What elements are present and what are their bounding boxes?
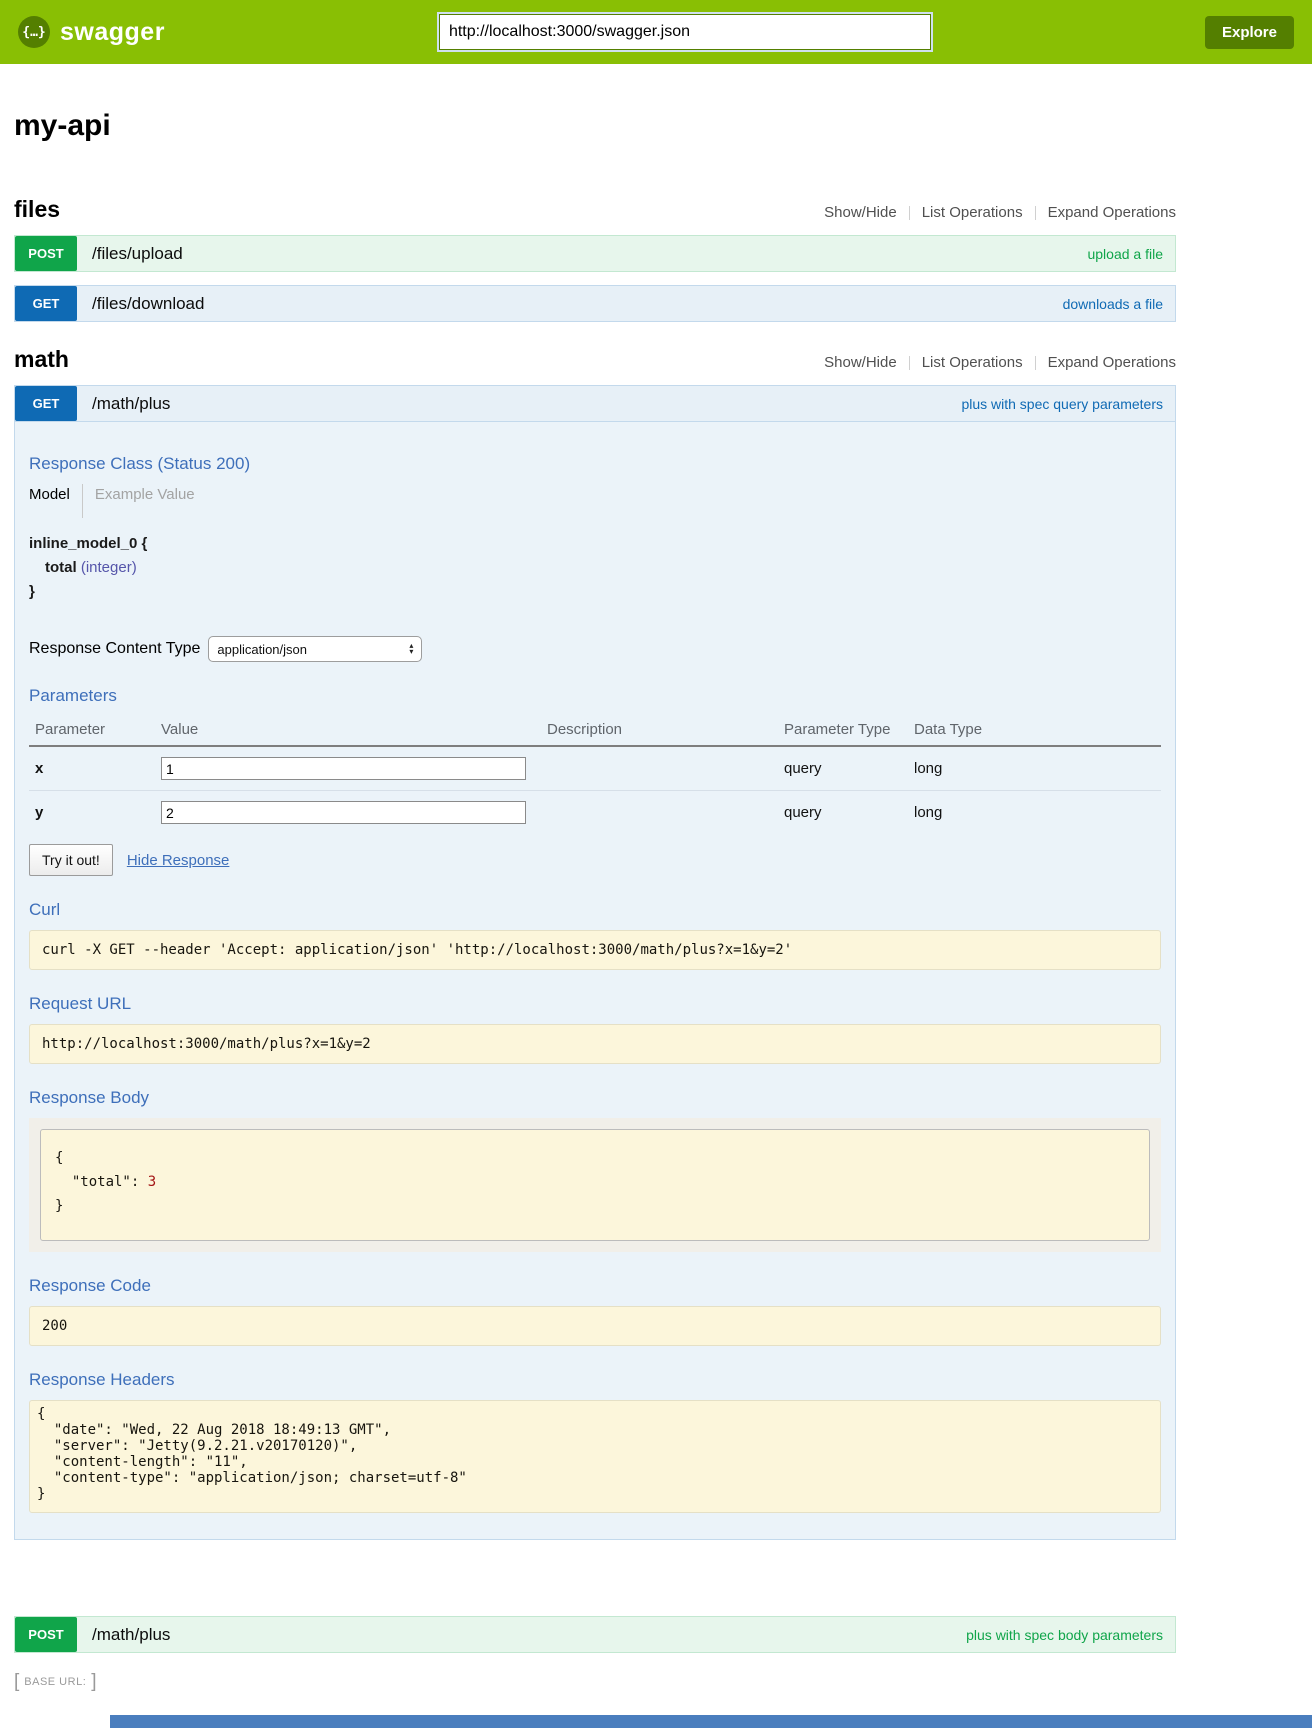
curl-command: curl -X GET --header 'Accept: applicatio… bbox=[29, 930, 1161, 970]
operation-heading[interactable]: GET /math/plus plus with spec query para… bbox=[14, 385, 1176, 422]
model-close: } bbox=[29, 580, 1161, 604]
section-controls: Show/Hide List Operations Expand Operati… bbox=[812, 354, 1176, 371]
content-wrap: my-api files Show/Hide List Operations E… bbox=[14, 109, 1176, 1693]
operation-expanded-panel: Response Class (Status 200) Model Exampl… bbox=[14, 422, 1176, 1540]
parameter-type: query bbox=[778, 791, 908, 835]
parameter-description bbox=[541, 791, 778, 835]
operation-summary-link[interactable]: plus with spec query parameters bbox=[961, 396, 1163, 412]
show-hide-link[interactable]: Show/Hide bbox=[812, 354, 909, 371]
operation-get-math-plus: GET /math/plus plus with spec query para… bbox=[14, 385, 1176, 1540]
expand-operations-link[interactable]: Expand Operations bbox=[1036, 354, 1176, 371]
operation-path-link[interactable]: /files/upload bbox=[92, 244, 183, 264]
operation-heading[interactable]: POST /math/plus plus with spec body para… bbox=[14, 1616, 1176, 1653]
parameter-name: x bbox=[29, 746, 155, 791]
selected-content-type: application/json bbox=[217, 642, 307, 657]
section-head-math: math Show/Hide List Operations Expand Op… bbox=[14, 346, 1176, 373]
model-property: total (integer) bbox=[29, 556, 1161, 580]
response-content-type-row: Response Content Type application/json ▴… bbox=[29, 636, 1161, 662]
page-title: my-api bbox=[14, 109, 1176, 143]
list-operations-link[interactable]: List Operations bbox=[910, 354, 1035, 371]
hide-response-link[interactable]: Hide Response bbox=[127, 852, 230, 869]
swagger-brand-link[interactable]: {…} swagger bbox=[18, 16, 165, 48]
section-title-math[interactable]: math bbox=[14, 346, 69, 373]
curl-heading: Curl bbox=[29, 900, 1161, 920]
col-parameter: Parameter bbox=[29, 716, 155, 746]
response-content-type-select[interactable]: application/json ▴ ▾ bbox=[208, 636, 422, 662]
col-description: Description bbox=[541, 716, 778, 746]
tab-divider bbox=[82, 484, 83, 518]
param-x-input[interactable] bbox=[161, 757, 526, 780]
model-tabs: Model Example Value bbox=[29, 484, 1161, 518]
response-code-heading: Response Code bbox=[29, 1276, 1161, 1296]
parameters-heading: Parameters bbox=[29, 686, 1161, 706]
response-headers-json: { "date": "Wed, 22 Aug 2018 18:49:13 GMT… bbox=[29, 1400, 1161, 1513]
parameter-data-type: long bbox=[908, 746, 1161, 791]
param-y-input[interactable] bbox=[161, 801, 526, 824]
select-arrows-icon: ▴ ▾ bbox=[389, 643, 413, 655]
show-hide-link[interactable]: Show/Hide bbox=[812, 204, 909, 221]
section-head-files: files Show/Hide List Operations Expand O… bbox=[14, 196, 1176, 223]
col-parameter-type: Parameter Type bbox=[778, 716, 908, 746]
parameter-type: query bbox=[778, 746, 908, 791]
request-url-value: http://localhost:3000/math/plus?x=1&y=2 bbox=[29, 1024, 1161, 1064]
model-property-name: total bbox=[45, 559, 77, 576]
col-data-type: Data Type bbox=[908, 716, 1161, 746]
operation-path-link[interactable]: /files/download bbox=[92, 294, 204, 314]
base-url-bracket-close: ] bbox=[91, 1671, 96, 1693]
request-url-heading: Request URL bbox=[29, 994, 1161, 1014]
spec-url-input[interactable] bbox=[439, 14, 931, 50]
section-title-files[interactable]: files bbox=[14, 196, 60, 223]
list-operations-link[interactable]: List Operations bbox=[910, 204, 1035, 221]
parameters-table: Parameter Value Description Parameter Ty… bbox=[29, 716, 1161, 834]
base-url-label: BASE URL: bbox=[24, 1676, 86, 1688]
model-open: inline_model_0 { bbox=[29, 532, 1161, 556]
response-body-json: { "total": 3 } bbox=[40, 1129, 1150, 1241]
http-method-badge: GET bbox=[15, 286, 77, 321]
swagger-logo-icon: {…} bbox=[18, 16, 50, 48]
response-body-container: { "total": 3 } bbox=[29, 1118, 1161, 1252]
tab-model[interactable]: Model bbox=[29, 484, 70, 505]
operation-post-math-plus: POST /math/plus plus with spec body para… bbox=[14, 1616, 1176, 1653]
response-headers-heading: Response Headers bbox=[29, 1370, 1161, 1390]
parameters-header-row: Parameter Value Description Parameter Ty… bbox=[29, 716, 1161, 746]
parameter-data-type: long bbox=[908, 791, 1161, 835]
parameter-row-y: y query long bbox=[29, 791, 1161, 835]
base-url-bracket-open: [ bbox=[14, 1671, 19, 1693]
top-bar: {…} swagger Explore bbox=[0, 0, 1312, 64]
response-content-type-label: Response Content Type bbox=[29, 640, 200, 658]
try-it-out-button[interactable]: Try it out! bbox=[29, 844, 113, 876]
operation-summary-link[interactable]: downloads a file bbox=[1063, 296, 1163, 312]
tab-example-value[interactable]: Example Value bbox=[95, 484, 195, 505]
operation-path-link[interactable]: /math/plus bbox=[92, 394, 170, 414]
operation-path-link[interactable]: /math/plus bbox=[92, 1625, 170, 1645]
parameter-row-x: x query long bbox=[29, 746, 1161, 791]
operation-get-files-download: GET /files/download downloads a file bbox=[14, 285, 1176, 322]
operation-summary-link[interactable]: upload a file bbox=[1087, 246, 1163, 262]
http-method-badge: POST bbox=[15, 1617, 77, 1652]
model-signature: inline_model_0 { total (integer) } bbox=[29, 532, 1161, 604]
model-property-type: (integer) bbox=[81, 559, 137, 576]
operation-summary-link[interactable]: plus with spec body parameters bbox=[966, 1627, 1163, 1643]
bottom-partial-bar bbox=[110, 1715, 1312, 1728]
response-class-heading: Response Class (Status 200) bbox=[29, 454, 1161, 474]
http-method-badge: POST bbox=[15, 236, 77, 271]
operation-heading[interactable]: POST /files/upload upload a file bbox=[14, 235, 1176, 272]
brand-name: swagger bbox=[60, 18, 165, 47]
response-body-heading: Response Body bbox=[29, 1088, 1161, 1108]
try-row: Try it out! Hide Response bbox=[29, 844, 1161, 876]
response-code-value: 200 bbox=[29, 1306, 1161, 1346]
explore-button[interactable]: Explore bbox=[1205, 16, 1294, 49]
col-value: Value bbox=[155, 716, 541, 746]
parameter-name: y bbox=[29, 791, 155, 835]
section-controls: Show/Hide List Operations Expand Operati… bbox=[812, 204, 1176, 221]
operation-heading[interactable]: GET /files/download downloads a file bbox=[14, 285, 1176, 322]
http-method-badge: GET bbox=[15, 386, 77, 421]
parameter-description bbox=[541, 746, 778, 791]
base-url-footer: [ BASE URL: ] bbox=[14, 1671, 1176, 1693]
expand-operations-link[interactable]: Expand Operations bbox=[1036, 204, 1176, 221]
operation-post-files-upload: POST /files/upload upload a file bbox=[14, 235, 1176, 272]
